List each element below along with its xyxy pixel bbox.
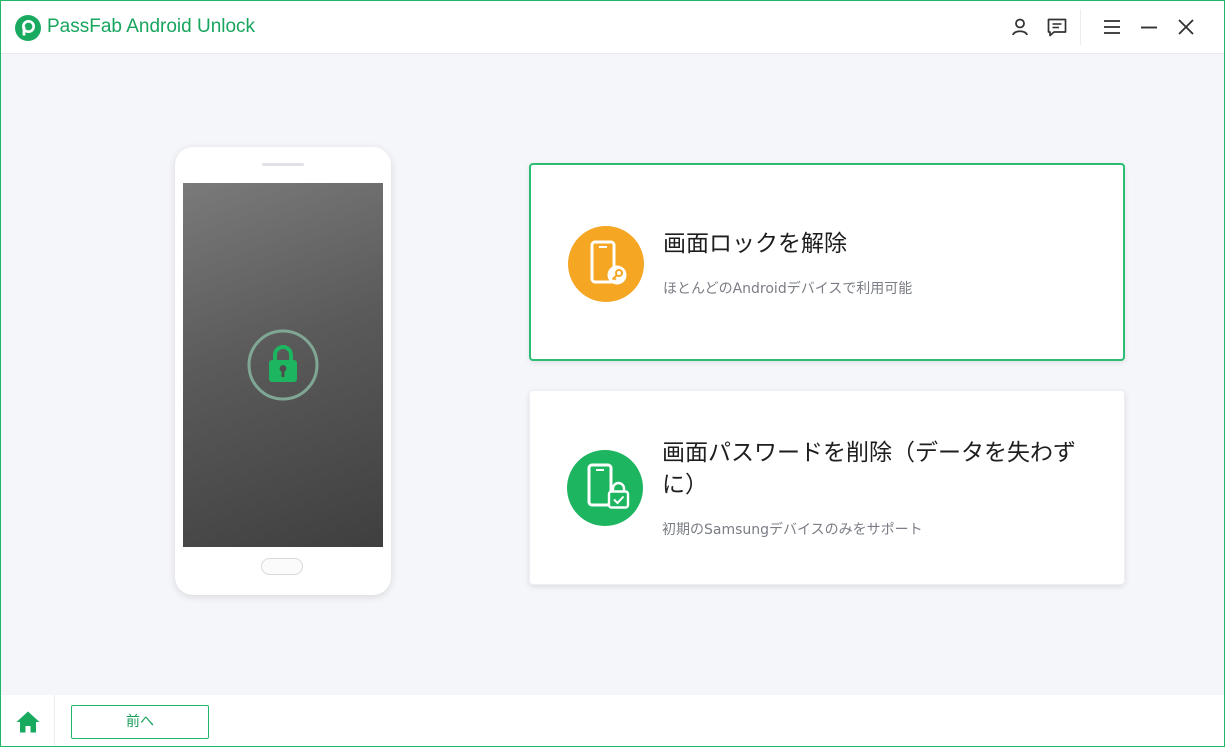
titlebar-divider (1080, 9, 1081, 45)
phone-lock-check-icon (567, 450, 643, 526)
phone-illustration (175, 147, 391, 595)
option-description: ほとんどのAndroidデバイスで利用可能 (663, 281, 913, 297)
padlock-icon (247, 329, 319, 401)
phone-home-button (261, 558, 303, 575)
back-button[interactable]: 前へ (71, 705, 209, 739)
menu-icon[interactable] (1100, 15, 1124, 39)
user-icon[interactable] (1008, 15, 1032, 39)
title-bar: PassFab Android Unlock (1, 1, 1224, 54)
app-window: PassFab Android Unlock 画面ロックを解除 ほとんどのAnd… (0, 0, 1225, 747)
option-title: 画面ロックを解除 (663, 231, 847, 257)
minimize-icon[interactable] (1137, 15, 1161, 39)
option-title: 画面パスワードを削除（データを失わずに） (662, 440, 1076, 498)
phone-key-icon (568, 226, 644, 302)
option-description: 初期のSamsungデバイスのみをサポート (662, 522, 923, 538)
feedback-icon[interactable] (1045, 15, 1069, 39)
close-icon[interactable] (1174, 15, 1198, 39)
home-icon (16, 711, 40, 733)
home-button[interactable] (1, 695, 55, 746)
app-title: PassFab Android Unlock (47, 16, 256, 37)
option-card-remove-screen-lock[interactable]: 画面ロックを解除 ほとんどのAndroidデバイスで利用可能 (529, 163, 1125, 361)
phone-screen (183, 183, 383, 547)
phone-speaker (262, 163, 304, 166)
passfab-logo-icon (15, 15, 41, 41)
footer-bar: 前へ (1, 695, 1224, 746)
option-card-remove-password-keep-data[interactable]: 画面パスワードを削除（データを失わずに） 初期のSamsungデバイスのみをサポ… (529, 390, 1125, 585)
